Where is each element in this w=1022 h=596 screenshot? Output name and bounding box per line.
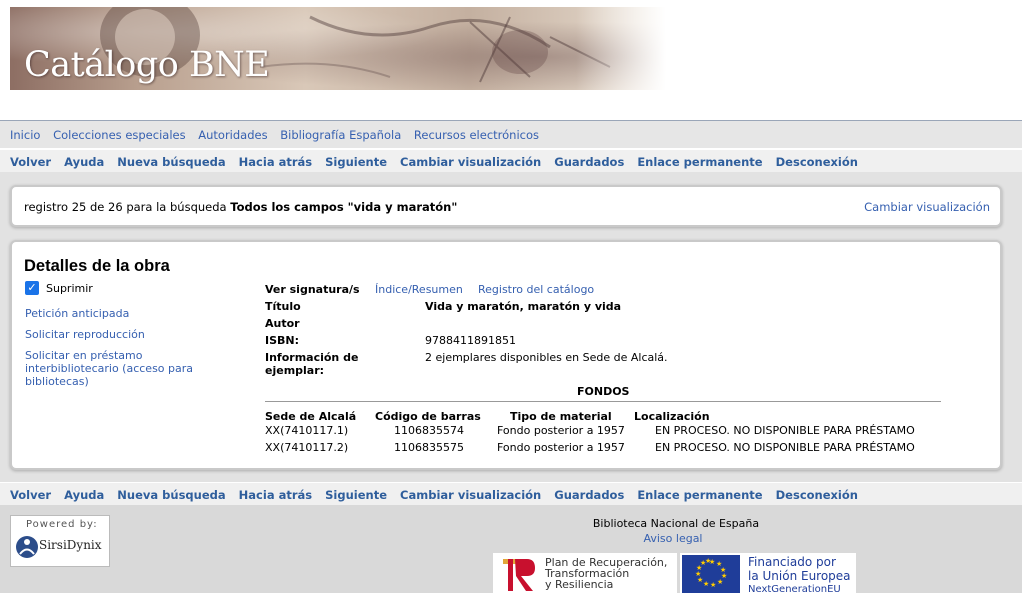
banner-title: Catálogo BNE <box>24 45 270 85</box>
nav-autoridades[interactable]: Autoridades <box>198 128 267 142</box>
legal-notice-link[interactable]: Aviso legal <box>324 532 1022 545</box>
holdings-cell: Fondo posterior a 1957 <box>497 441 625 454</box>
cmd-guardados[interactable]: Guardados <box>554 155 624 169</box>
prtr-line-3: y Resiliencia <box>545 578 614 591</box>
eu-line-1: Financiado por <box>748 555 836 569</box>
holdings-title: FONDOS <box>577 385 630 398</box>
cmd-desconexion-bottom[interactable]: Desconexión <box>776 488 858 502</box>
cmd-hacia-atras[interactable]: Hacia atrás <box>239 155 312 169</box>
eu-logo: ★ ★ ★ ★ ★ ★ ★ ★ ★ ★ ★ ★ Financiado por la Unión … <box>680 553 856 595</box>
holdings-divider <box>265 401 941 402</box>
eu-line-2: la Unión Europea <box>748 569 851 583</box>
cmd-desconexion[interactable]: Desconexión <box>776 155 858 169</box>
holdings-cell: Fondo posterior a 1957 <box>497 424 625 437</box>
nav-inicio[interactable]: Inicio <box>10 128 40 142</box>
prtr-icon <box>503 559 535 591</box>
cmd-nueva-busqueda[interactable]: Nueva búsqueda <box>117 155 225 169</box>
command-bar-bottom: Volver Ayuda Nueva búsqueda Hacia atrás … <box>0 482 1022 505</box>
holdings-cell: XX(7410117.1) <box>265 424 349 437</box>
author-label: Autor <box>265 317 300 330</box>
cmd-cambiar-visualizacion-bottom[interactable]: Cambiar visualización <box>400 488 541 502</box>
search-info-prefix: registro 25 de 26 para la búsqueda <box>24 200 227 214</box>
change-display-link[interactable]: Cambiar visualización <box>864 200 990 214</box>
holdings-cell: EN PROCESO. NO DISPONIBLE PARA PRÉSTAMO <box>655 441 915 454</box>
cmd-siguiente-bottom[interactable]: Siguiente <box>325 488 387 502</box>
isbn-value: 9788411891851 <box>425 334 516 347</box>
isbn-label: ISBN: <box>265 334 300 347</box>
svg-text:★: ★ <box>710 581 716 589</box>
holdings-col-barcode: Código de barras <box>375 410 481 423</box>
nav-recursos-electronicos[interactable]: Recursos electrónicos <box>414 128 539 142</box>
search-query: Todos los campos "vida y maratón" <box>230 200 458 214</box>
view-call-numbers-label: Ver signatura/s <box>265 283 360 296</box>
holdings-cell: 1106835574 <box>394 424 464 437</box>
details-panel: Detalles de la obra ✓ Suprimir Petición … <box>10 240 1002 470</box>
holdings-cell: EN PROCESO. NO DISPONIBLE PARA PRÉSTAMO <box>655 424 915 437</box>
reproduction-request-link[interactable]: Solicitar reproducción <box>25 328 205 341</box>
holdings-col-sede: Sede de Alcalá <box>265 410 357 423</box>
cmd-siguiente[interactable]: Siguiente <box>325 155 387 169</box>
holdings-cell: 1106835575 <box>394 441 464 454</box>
title-label: Título <box>265 300 301 313</box>
suppress-label: Suprimir <box>46 282 93 295</box>
suppress-checkbox[interactable]: ✓ <box>25 281 39 295</box>
svg-text:★: ★ <box>717 578 723 586</box>
interlibrary-loan-link[interactable]: Solicitar en préstamo interbibliotecario… <box>25 349 200 388</box>
top-nav: Inicio Colecciones especiales Autoridade… <box>0 120 1022 148</box>
banner-image: Catálogo BNE <box>10 7 666 90</box>
nav-colecciones-especiales[interactable]: Colecciones especiales <box>53 128 186 142</box>
holdings-col-location: Localización <box>634 410 710 423</box>
cmd-guardados-bottom[interactable]: Guardados <box>554 488 624 502</box>
details-title: Detalles de la obra <box>24 257 170 275</box>
svg-text:★: ★ <box>705 557 711 565</box>
copy-info-value: 2 ejemplares disponibles en Sede de Alca… <box>425 351 668 364</box>
cmd-ayuda[interactable]: Ayuda <box>64 155 104 169</box>
cmd-volver[interactable]: Volver <box>10 155 51 169</box>
cmd-enlace-permanente-bottom[interactable]: Enlace permanente <box>637 488 762 502</box>
cmd-volver-bottom[interactable]: Volver <box>10 488 51 502</box>
catalog-record-link[interactable]: Registro del catálogo <box>478 283 594 296</box>
nav-bibliografia-espanola[interactable]: Bibliografía Española <box>280 128 401 142</box>
eu-sub: NextGenerationEU <box>748 584 841 595</box>
early-request-link[interactable]: Petición anticipada <box>25 307 205 320</box>
search-info: registro 25 de 26 para la búsqueda Todos… <box>24 200 457 214</box>
footer-organization: Biblioteca Nacional de España Aviso lega… <box>0 517 1022 545</box>
cmd-nueva-busqueda-bottom[interactable]: Nueva búsqueda <box>117 488 225 502</box>
copy-info-label: Información de ejemplar: <box>265 351 359 377</box>
holdings-col-material: Tipo de material <box>510 410 612 423</box>
search-info-panel: registro 25 de 26 para la búsqueda Todos… <box>10 185 1002 227</box>
svg-text:★: ★ <box>703 580 709 588</box>
title-value: Vida y maratón, maratón y vida <box>425 300 622 313</box>
prtr-logo: Plan de Recuperación, Transformación y R… <box>493 553 677 593</box>
organization-name: Biblioteca Nacional de España <box>592 517 760 530</box>
cmd-cambiar-visualizacion[interactable]: Cambiar visualización <box>400 155 541 169</box>
cmd-enlace-permanente[interactable]: Enlace permanente <box>637 155 762 169</box>
holdings-cell: XX(7410117.2) <box>265 441 349 454</box>
index-summary-link[interactable]: Índice/Resumen <box>375 283 463 296</box>
cmd-ayuda-bottom[interactable]: Ayuda <box>64 488 104 502</box>
command-bar-top: Volver Ayuda Nueva búsqueda Hacia atrás … <box>0 149 1022 173</box>
cmd-hacia-atras-bottom[interactable]: Hacia atrás <box>239 488 312 502</box>
eu-flag-icon: ★ ★ ★ ★ ★ ★ ★ ★ ★ ★ ★ ★ <box>682 555 740 593</box>
